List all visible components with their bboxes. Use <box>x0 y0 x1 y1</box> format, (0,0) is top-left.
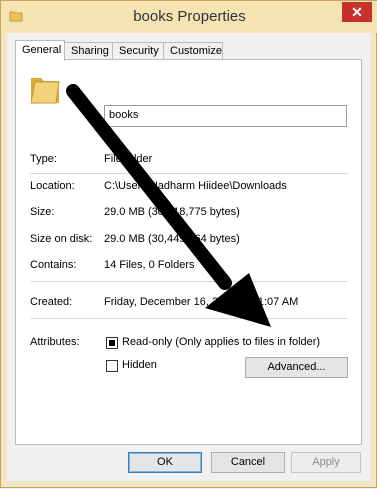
readonly-checkbox[interactable] <box>106 337 118 349</box>
size-label: Size: <box>30 206 55 218</box>
location-label: Location: <box>30 180 75 192</box>
created-value: Friday, December 16, 2016, 9:31:07 AM <box>104 296 299 308</box>
separator <box>30 173 348 174</box>
title-bar[interactable]: books Properties ✕ <box>1 1 377 33</box>
folder-name-input[interactable]: books <box>104 105 347 127</box>
hidden-checkbox[interactable] <box>106 360 118 372</box>
general-panel: books Type: File folder Location: C:\Use… <box>15 59 362 445</box>
window-title: books Properties <box>133 8 246 25</box>
contains-label: Contains: <box>30 259 77 271</box>
hidden-label[interactable]: Hidden <box>122 359 157 371</box>
ok-button[interactable]: OK <box>128 452 202 473</box>
separator <box>30 318 348 319</box>
attributes-label: Attributes: <box>30 336 80 348</box>
contains-value: 14 Files, 0 Folders <box>104 259 195 271</box>
type-label: Type: <box>30 153 57 165</box>
properties-window: books Properties ✕ General Sharing Secur… <box>0 0 377 488</box>
type-value: File folder <box>104 153 153 165</box>
created-label: Created: <box>30 296 73 308</box>
tab-general[interactable]: General <box>15 40 65 61</box>
separator <box>30 281 348 282</box>
tab-sharing[interactable]: Sharing <box>64 42 113 60</box>
apply-button[interactable]: Apply <box>291 452 361 473</box>
readonly-indeterminate-mark <box>109 340 115 346</box>
size-on-disk-label: Size on disk: <box>30 233 93 245</box>
size-value: 29.0 MB (30,418,775 bytes) <box>104 206 240 218</box>
size-on-disk-value: 29.0 MB (30,449,664 bytes) <box>104 233 240 245</box>
advanced-button[interactable]: Advanced... <box>245 357 348 378</box>
tab-customize[interactable]: Customize <box>163 42 223 60</box>
tab-security[interactable]: Security <box>112 42 164 60</box>
dialog-client: General Sharing Security Customize books… <box>7 33 370 481</box>
close-button[interactable]: ✕ <box>342 2 372 22</box>
readonly-label[interactable]: Read-only (Only applies to files in fold… <box>122 336 320 348</box>
cancel-button[interactable]: Cancel <box>211 452 285 473</box>
folder-icon <box>30 78 60 104</box>
location-value: C:\Users\Hadharm Hiidee\Downloads <box>104 180 287 192</box>
